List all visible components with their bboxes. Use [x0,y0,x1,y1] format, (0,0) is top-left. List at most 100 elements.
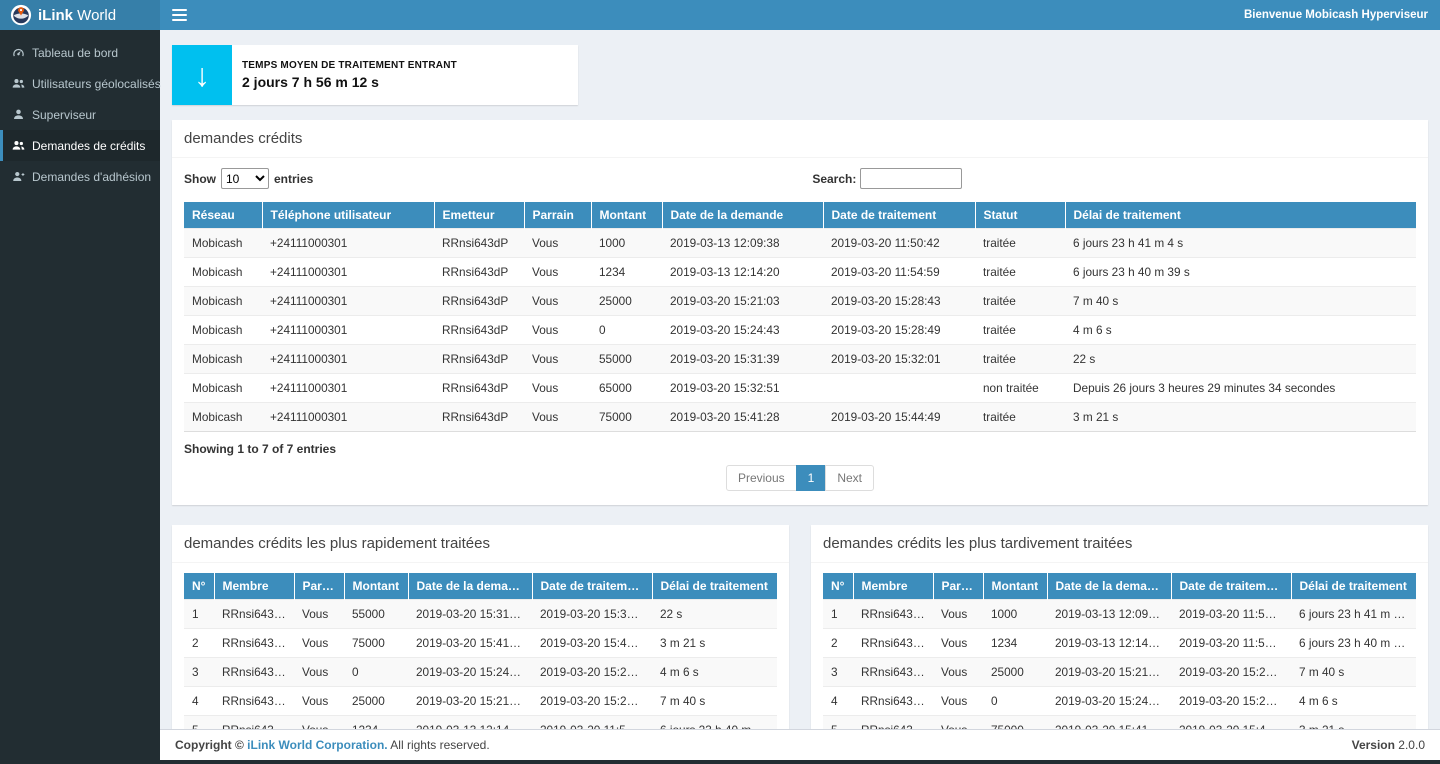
sidebar-item-demandes-d-adhesion[interactable]: Demandes d'adhésion [0,161,160,192]
arrow-down-icon: ↓ [172,45,232,105]
sidebar-item-label: Demandes de crédits [32,139,145,153]
info-box-label: TEMPS MOYEN DE TRAITEMENT ENTRANT [242,60,457,71]
table-cell: RRnsi643dP [853,658,933,687]
column-header: Parrain [294,573,344,600]
table-cell: 2019-03-20 11:50:42 [823,229,975,258]
footer: Copyright © iLink World Corporation. All… [160,729,1440,760]
slowest-treated-table: N°MembreParrainMontantDate de la demande… [823,573,1416,729]
credits-table: RéseauTéléphone utilisateurEmetteurParra… [184,202,1416,432]
table-row: 5RRnsi643dPVous750002019-03-20 15:41:282… [823,716,1416,730]
table-cell: 2019-03-13 12:14:20 [1047,629,1171,658]
table-cell: Vous [294,658,344,687]
sidebar-item-label: Demandes d'adhésion [32,170,151,184]
table-cell: traitée [975,403,1065,432]
table-cell: 4 [823,687,853,716]
pagination-previous-button[interactable]: Previous [726,465,797,491]
sidebar-item-tableau-de-bord[interactable]: Tableau de bord [0,37,160,68]
column-header: Date de traitement [823,202,975,229]
table-cell: Vous [294,600,344,629]
sidebar-item-demandes-de-credits[interactable]: Demandes de crédits [0,130,160,161]
table-cell: RRnsi643dP [214,600,294,629]
column-header: Délai de traitement [652,573,777,600]
table-cell: 2019-03-20 15:31:39 [408,600,532,629]
table-row: Mobicash+24111000301RRnsi643dPVous100020… [184,229,1416,258]
table-cell: 3 m 21 s [1065,403,1416,432]
table-cell: +24111000301 [262,374,434,403]
user-icon [11,108,25,122]
table-cell: 75000 [591,403,662,432]
table-cell: +24111000301 [262,403,434,432]
table-row: Mobicash+24111000301RRnsi643dPVous250002… [184,287,1416,316]
sidebar-item-superviseur[interactable]: Superviseur [0,99,160,130]
table-row: Mobicash+24111000301RRnsi643dPVous750002… [184,403,1416,432]
table-row: 4RRnsi643dPVous02019-03-20 15:24:432019-… [823,687,1416,716]
table-cell: traitée [975,316,1065,345]
column-header: Date de la demande [408,573,532,600]
table-head: N°MembreParrainMontantDate de la demande… [823,573,1416,600]
table-cell: Mobicash [184,287,262,316]
page-size-select[interactable]: 10 [221,168,269,189]
table-cell: 3 m 21 s [652,629,777,658]
table-cell: Vous [294,687,344,716]
users-icon [11,77,25,91]
sidebar-toggle-button[interactable] [172,9,187,21]
table-cell: 2019-03-20 15:28:49 [1171,687,1291,716]
table-cell: Vous [294,629,344,658]
table-row: 3RRnsi643dPVous250002019-03-20 15:21:032… [823,658,1416,687]
table-cell: traitée [975,287,1065,316]
table-cell: 6 jours 23 h 40 m 39 s [1291,629,1416,658]
search-input[interactable] [860,168,962,189]
table-cell: 3 m 21 s [1291,716,1416,730]
table-cell: 2019-03-20 11:50:42 [1171,600,1291,629]
table-cell: 2019-03-20 15:28:43 [1171,658,1291,687]
table-row: 5RRnsi643dPVous12342019-03-13 12:14:2020… [184,716,777,730]
column-header: N° [823,573,853,600]
table-cell: Mobicash [184,374,262,403]
table-cell: Vous [933,658,983,687]
pagination-page-1-button[interactable]: 1 [796,465,827,491]
table-row: 3RRnsi643dPVous02019-03-20 15:24:432019-… [184,658,777,687]
brand-logo[interactable]: iLink World [0,0,160,30]
table-cell: RRnsi643dP [853,716,933,730]
table-cell: RRnsi643dP [434,374,524,403]
column-header: Téléphone utilisateur [262,202,434,229]
table-cell: 6 jours 23 h 41 m 4 s [1291,600,1416,629]
table-cell: Mobicash [184,316,262,345]
table-cell: 22 s [652,600,777,629]
column-header: Montant [591,202,662,229]
table-cell: Depuis 26 jours 3 heures 29 minutes 34 s… [1065,374,1416,403]
footer-company-link[interactable]: iLink World Corporation. [247,738,387,752]
content-area: ↓ TEMPS MOYEN DE TRAITEMENT ENTRANT 2 jo… [160,30,1440,729]
table-cell: 65000 [591,374,662,403]
table-cell: Vous [524,258,591,287]
panel-body: N°MembreParrainMontantDate de la demande… [811,563,1428,729]
table-cell: 2019-03-20 11:54:59 [532,716,652,730]
table-cell: 2019-03-20 15:28:43 [823,287,975,316]
table-cell: 7 m 40 s [1291,658,1416,687]
table-controls: Show 10 entries Search: [184,168,1416,196]
table-cell: traitée [975,345,1065,374]
table-cell: Vous [524,316,591,345]
panel-body: Show 10 entries Search: RéseauTéléphone … [172,158,1428,505]
user-welcome[interactable]: Bienvenue Mobicash Hyperviseur [1244,0,1428,30]
table-body: 1RRnsi643dPVous10002019-03-13 12:09:3820… [823,600,1416,730]
table-cell: Vous [933,629,983,658]
sidebar-item-utilisateurs-geolocalises[interactable]: Utilisateurs géolocalisés [0,68,160,99]
table-cell: 6 jours 23 h 41 m 4 s [1065,229,1416,258]
column-header: Emetteur [434,202,524,229]
table-cell: 25000 [344,687,408,716]
table-body: 1RRnsi643dPVous550002019-03-20 15:31:392… [184,600,777,730]
bottom-panels: demandes crédits les plus rapidement tra… [172,525,1428,729]
table-cell: 4 m 6 s [652,658,777,687]
table-cell: 2019-03-20 15:41:28 [662,403,823,432]
table-cell: 2019-03-20 15:41:28 [1047,716,1171,730]
column-header: Réseau [184,202,262,229]
search-label: Search: [812,172,856,186]
table-cell: 1000 [591,229,662,258]
table-cell: RRnsi643dP [434,345,524,374]
pagination-next-button[interactable]: Next [825,465,874,491]
sidebar-item-label: Utilisateurs géolocalisés [32,77,161,91]
panel-title: demandes crédits les plus tardivement tr… [811,525,1428,563]
rights-label: All rights reserved. [388,738,490,752]
table-cell: 1234 [983,629,1047,658]
